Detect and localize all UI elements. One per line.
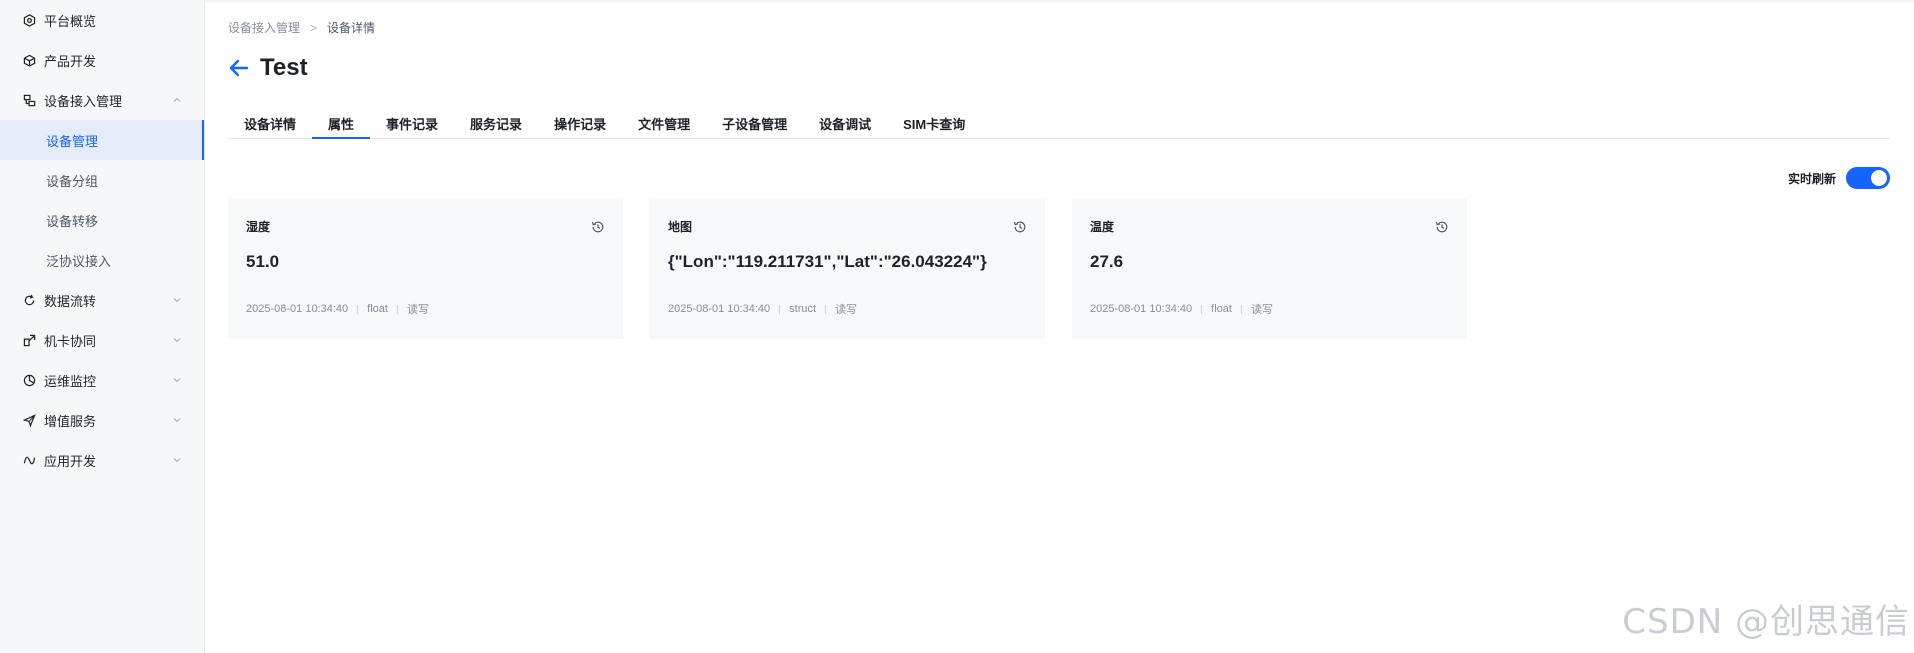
property-meta: 2025-08-01 10:34:40 float 读写 — [1090, 301, 1273, 317]
pie-icon — [22, 373, 36, 387]
realtime-refresh-switch[interactable] — [1846, 167, 1890, 189]
property-card-humidity: 湿度 51.0 2025-08-01 10:34:40 float 读写 — [228, 199, 623, 339]
chevron-down-icon — [173, 298, 181, 303]
breadcrumb-current: 设备详情 — [327, 21, 376, 35]
page-title: Test — [260, 54, 308, 81]
property-type: float — [367, 303, 388, 315]
sidebar-item-label: 产品开发 — [44, 53, 97, 69]
sidebar-item-product-dev[interactable]: 产品开发 — [0, 40, 204, 80]
tab-sub-device[interactable]: 子设备管理 — [706, 108, 803, 138]
meta-divider — [825, 304, 827, 314]
sidebar-subitem-protocol-access[interactable]: 泛协议接入 — [0, 240, 204, 280]
arrow-left-icon[interactable] — [228, 57, 250, 79]
property-meta: 2025-08-01 10:34:40 float 读写 — [246, 301, 429, 317]
chevron-down-icon — [173, 378, 181, 383]
sidebar-subitem-device-manage[interactable]: 设备管理 — [0, 120, 204, 160]
property-type: float — [1211, 303, 1232, 315]
sidebar-item-data-flow[interactable]: 数据流转 — [0, 280, 204, 320]
sidebar-item-card-collab[interactable]: 机卡协同 — [0, 320, 204, 360]
sidebar-item-app-dev[interactable]: 应用开发 — [0, 440, 204, 480]
property-value: {"Lon":"119.211731","Lat":"26.043224"} — [668, 252, 987, 271]
property-access: 读写 — [835, 304, 858, 316]
hexagon-icon — [22, 13, 36, 27]
property-time: 2025-08-01 10:34:40 — [246, 303, 349, 315]
tab-device-detail[interactable]: 设备详情 — [228, 108, 312, 138]
sidebar-item-label: 应用开发 — [44, 453, 97, 469]
sidebar-item-label: 机卡协同 — [44, 333, 97, 349]
breadcrumb-separator: > — [310, 20, 318, 35]
chevron-down-icon — [173, 338, 181, 343]
sidebar-item-label: 增值服务 — [44, 413, 97, 429]
tab-event-log[interactable]: 事件记录 — [370, 108, 454, 138]
history-icon[interactable] — [1013, 220, 1027, 234]
tab-properties[interactable]: 属性 — [312, 108, 371, 139]
send-icon — [22, 413, 36, 427]
property-name: 湿度 — [246, 220, 271, 234]
sidebar-item-label: 数据流转 — [44, 293, 97, 309]
wave-icon — [22, 453, 36, 467]
property-time: 2025-08-01 10:34:40 — [1090, 303, 1193, 315]
sidebar-subitem-label: 设备分组 — [46, 173, 99, 189]
property-meta: 2025-08-01 10:34:40 struct 读写 — [668, 301, 857, 317]
link-icon — [22, 333, 36, 347]
chevron-up-icon — [173, 97, 181, 102]
property-value: 27.6 — [1090, 252, 1124, 271]
device-icon — [22, 93, 36, 107]
main-content: 设备接入管理 > 设备详情 Test 设备详情 属性 事件记录 服务记录 操作记… — [228, 0, 1914, 653]
breadcrumb: 设备接入管理 > 设备详情 — [228, 19, 375, 36]
tab-device-debug[interactable]: 设备调试 — [803, 108, 887, 138]
sidebar-item-label: 设备接入管理 — [44, 93, 123, 109]
meta-divider — [1201, 304, 1203, 314]
sidebar-item-value-added[interactable]: 增值服务 — [0, 400, 204, 440]
sidebar-item-ops-monitor[interactable]: 运维监控 — [0, 360, 204, 400]
breadcrumb-parent[interactable]: 设备接入管理 — [228, 19, 300, 36]
watermark: CSDN @创思通信 — [1622, 602, 1910, 642]
chevron-down-icon — [173, 458, 181, 463]
tab-sim-query[interactable]: SIM卡查询 — [887, 108, 981, 138]
realtime-refresh-label: 实时刷新 — [1787, 171, 1836, 186]
property-card-temperature: 温度 27.6 2025-08-01 10:34:40 float 读写 — [1072, 199, 1467, 339]
property-name: 温度 — [1090, 220, 1115, 234]
tab-file-manage[interactable]: 文件管理 — [622, 108, 706, 138]
sidebar-subitem-label: 设备转移 — [46, 213, 99, 229]
property-name: 地图 — [668, 220, 693, 234]
sidebar-subitem-device-group[interactable]: 设备分组 — [0, 160, 204, 200]
sidebar-item-label: 运维监控 — [44, 373, 97, 389]
meta-divider — [396, 304, 398, 314]
history-icon[interactable] — [591, 220, 605, 234]
meta-divider — [357, 304, 359, 314]
sidebar-subitem-label: 设备管理 — [46, 133, 99, 149]
title-row: Test — [228, 54, 308, 82]
property-access: 读写 — [406, 304, 429, 316]
property-cards: 湿度 51.0 2025-08-01 10:34:40 float 读写 地图 — [228, 199, 1494, 339]
property-access: 读写 — [1250, 304, 1273, 316]
sidebar-subitem-device-transfer[interactable]: 设备转移 — [0, 200, 204, 240]
sidebar-item-overview[interactable]: 平台概览 — [0, 0, 204, 40]
sidebar-item-device-access[interactable]: 设备接入管理 — [0, 80, 204, 120]
refresh-icon — [22, 293, 36, 307]
tab-operation-log[interactable]: 操作记录 — [538, 108, 622, 138]
meta-divider — [779, 304, 781, 314]
meta-divider — [1240, 304, 1242, 314]
property-card-map: 地图 {"Lon":"119.211731","Lat":"26.043224"… — [650, 199, 1045, 339]
switch-knob — [1871, 170, 1887, 186]
tab-bar: 设备详情 属性 事件记录 服务记录 操作记录 文件管理 子设备管理 设备调试 S… — [228, 108, 1890, 139]
property-type: struct — [789, 303, 817, 315]
sidebar: 平台概览 产品开发 设备接入管理 设备管理 设备分组 设备转移 泛协议接入 数据… — [0, 0, 205, 653]
realtime-refresh: 实时刷新 — [1788, 167, 1890, 189]
property-value: 51.0 — [246, 252, 280, 271]
property-time: 2025-08-01 10:34:40 — [668, 303, 771, 315]
sidebar-subitem-label: 泛协议接入 — [46, 253, 112, 269]
tab-service-log[interactable]: 服务记录 — [454, 108, 538, 138]
history-icon[interactable] — [1435, 220, 1449, 234]
cube-icon — [22, 53, 36, 67]
sidebar-item-label: 平台概览 — [44, 13, 97, 29]
chevron-down-icon — [173, 418, 181, 423]
